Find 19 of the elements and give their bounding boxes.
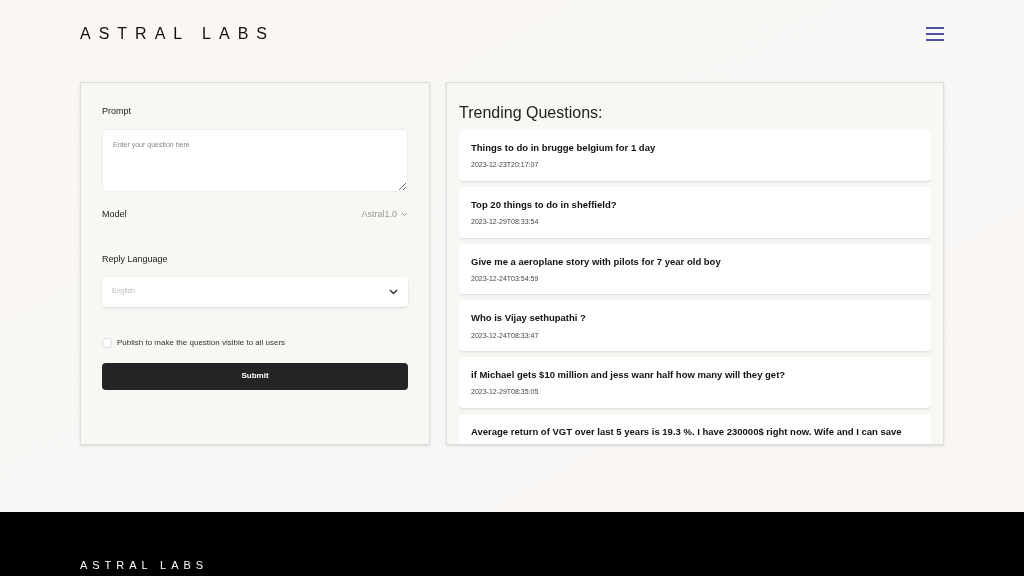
question-text: Average return of VGT over last 5 years is 19.3 %. I have 230000$ right now. Wife and I can save [471,424,903,439]
language-label: Reply Language [102,253,169,266]
trending-title: Trending Questions: [459,103,604,123]
chevron-down-icon [401,211,408,217]
submit-button[interactable]: Submit [102,362,408,390]
question-card[interactable]: Average return of VGT over last 5 years is 19.3 %. I have 230000$ right now. Wife and I can save [459,413,931,444]
menu-icon[interactable] [926,27,944,41]
question-text: if Michael gets $10 million and jess wanr half how many will they get? [471,368,787,382]
question-text: Give me a aeroplane story with pilots for 7 year old boy [471,254,722,269]
question-text: Top 20 things to do in sheffield? [471,197,618,212]
question-text: Things to do in brugge belgium for 1 day [471,141,657,155]
publish-label: Publish to make the question visible to all users [117,336,286,349]
question-text: Who is Vijay sethupathi ? [471,311,587,326]
prompt-label: Prompt [102,105,132,118]
brand-logo[interactable]: ASTRAL LABS [80,22,275,46]
footer-logo[interactable]: ASTRAL LABS [80,559,209,571]
publish-checkbox[interactable] [102,337,112,348]
model-label: Model [102,207,127,221]
chevron-down-icon [389,288,398,295]
